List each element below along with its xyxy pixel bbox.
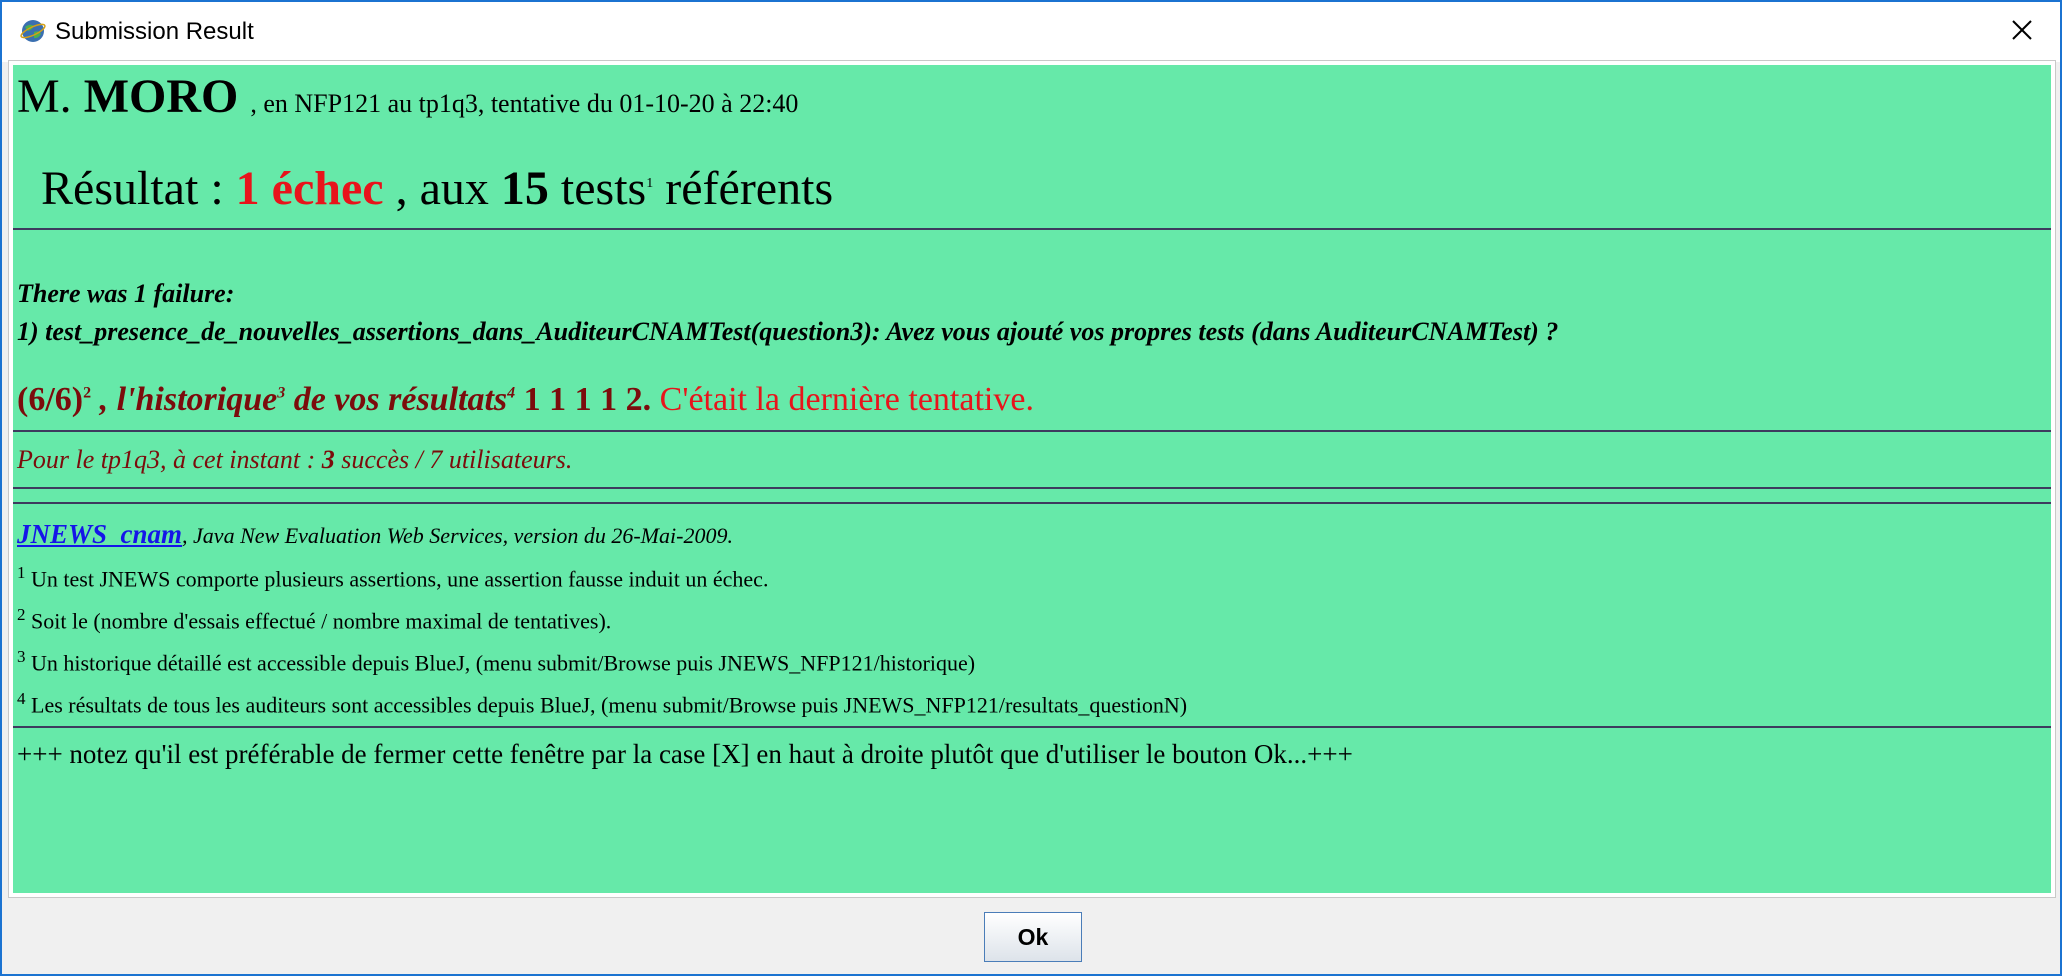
stats-success: 3: [321, 445, 335, 474]
divider: [13, 502, 2051, 504]
submission-result-window: Submission Result M. MORO , en NFP121 au…: [0, 0, 2062, 976]
divider: [13, 487, 2051, 489]
footnote-ref-2: 2: [83, 384, 92, 402]
jnews-description: , Java New Evaluation Web Services, vers…: [182, 523, 733, 548]
close-icon: [2011, 19, 2033, 46]
tests-word: tests: [560, 162, 647, 215]
report-panel[interactable]: M. MORO , en NFP121 au tp1q3, tentative …: [13, 65, 2051, 893]
window-title: Submission Result: [55, 18, 254, 45]
tests-count: 15: [500, 162, 549, 215]
failure-detail: 1) test_presence_de_nouvelles_assertions…: [17, 317, 1559, 346]
footnote-number: 4: [17, 689, 26, 708]
footnote-ref-3: 3: [277, 384, 286, 402]
footnote-ref-1: 1: [646, 176, 654, 191]
footnote-ref-4: 4: [507, 384, 516, 402]
last-attempt-notice: C'était la dernière tentative.: [659, 381, 1034, 418]
failure-count: 1 échec: [235, 162, 384, 215]
report-frame: M. MORO , en NFP121 au tp1q3, tentative …: [8, 60, 2056, 898]
footnote-number: 3: [17, 647, 26, 666]
divider: [13, 430, 2051, 432]
divider: [13, 726, 2051, 728]
history-values: 1 1 1 1 2.: [523, 381, 652, 418]
tests-suffix: référents: [665, 162, 834, 215]
jnews-link[interactable]: JNEWS_cnam: [17, 519, 182, 549]
footnote: 3 Un historique détaillé est accessible …: [17, 647, 975, 676]
footnote-number: 1: [17, 563, 26, 582]
student-name: MORO: [83, 70, 239, 123]
title-bar[interactable]: Submission Result: [2, 0, 2060, 62]
footnote-number: 2: [17, 605, 26, 624]
footnote-text: Un test JNEWS comporte plusieurs asserti…: [31, 566, 769, 592]
student-line: M. MORO , en NFP121 au tp1q3, tentative …: [17, 69, 798, 124]
result-label: Résultat :: [41, 162, 224, 215]
globe-icon: [20, 18, 46, 44]
submission-meta: , en NFP121 au tp1q3, tentative du 01-10…: [250, 89, 799, 118]
footnote: 2 Soit le (nombre d'essais effectué / no…: [17, 605, 611, 634]
footnote: 1 Un test JNEWS comporte plusieurs asser…: [17, 563, 768, 592]
close-tip: +++ notez qu'il est préférable de fermer…: [17, 739, 1353, 769]
divider: [13, 228, 2051, 230]
close-button[interactable]: [2002, 14, 2042, 50]
stats-line: Pour le tp1q3, à cet instant : 3 succès …: [17, 445, 572, 475]
failure-header: There was 1 failure:: [17, 279, 235, 308]
attempts-ratio: (6/6): [17, 381, 84, 418]
footnote: 4 Les résultats de tous les auditeurs so…: [17, 689, 1187, 718]
stats-prefix: Pour le tp1q3, à cet instant :: [17, 445, 316, 474]
tests-separator: , aux: [395, 162, 489, 215]
result-summary: Résultat : 1 échec , aux 15 tests1 référ…: [41, 161, 833, 216]
honorific: M.: [17, 70, 72, 123]
history-tail: de vos résultats: [293, 381, 508, 418]
history-line: (6/6)2 , l'historique3 de vos résultats4…: [17, 381, 1034, 419]
footnote-text: Un historique détaillé est accessible de…: [31, 650, 976, 676]
footnote-text: Soit le (nombre d'essais effectué / nomb…: [31, 608, 612, 634]
stats-suffix: succès / 7 utilisateurs.: [341, 445, 573, 474]
history-label: , l'historique: [99, 381, 278, 418]
ok-button[interactable]: Ok: [984, 912, 1082, 962]
footnote-text: Les résultats de tous les auditeurs sont…: [31, 692, 1188, 718]
jnews-line: JNEWS_cnam, Java New Evaluation Web Serv…: [17, 519, 733, 550]
